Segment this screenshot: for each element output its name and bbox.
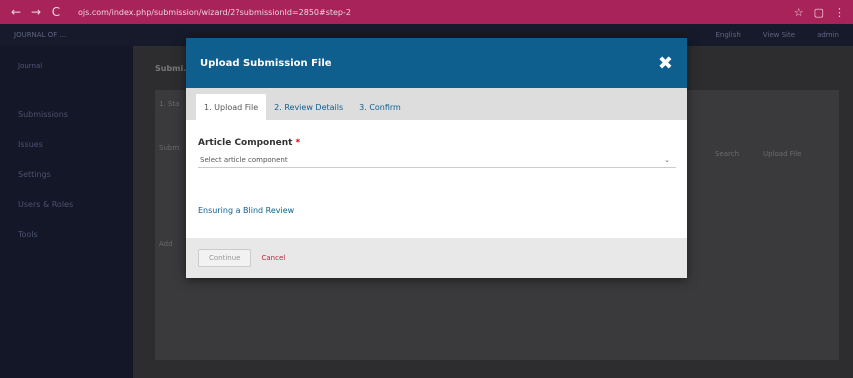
modal-footer: Continue Cancel [186, 238, 687, 278]
site-name[interactable]: JOURNAL OF ... [14, 31, 66, 39]
tab-upload-file[interactable]: 1. Upload File [196, 94, 267, 120]
back-icon[interactable]: ← [8, 5, 24, 19]
add-button[interactable]: Add [159, 240, 173, 248]
bookmark-icon[interactable]: ☆ [794, 6, 804, 19]
close-icon[interactable]: ✖ [658, 53, 673, 74]
upload-file-link[interactable]: Upload File [763, 150, 801, 158]
article-component-label: Article Component * [198, 138, 675, 148]
search-link[interactable]: Search [715, 150, 739, 158]
article-component-value: Select article component [200, 155, 288, 164]
address-bar[interactable]: ojs.com/index.php/submission/wizard/2?su… [78, 8, 638, 17]
user-menu[interactable]: admin [817, 31, 839, 39]
window-icon[interactable]: ▢ [814, 6, 824, 19]
blind-review-link[interactable]: Ensuring a Blind Review [198, 206, 675, 215]
chevron-down-icon: ⌄ [664, 155, 670, 164]
reload-icon[interactable]: C [48, 5, 64, 19]
sidebar-item-users[interactable]: Users & Roles [18, 200, 73, 209]
sidebar-item-tools[interactable]: Tools [18, 230, 38, 239]
upload-file-modal: Upload Submission File ✖ 1. Upload File … [186, 38, 687, 278]
sidebar-logo[interactable]: Journal [18, 62, 133, 70]
sidebar-item-settings[interactable]: Settings [18, 170, 51, 179]
required-marker: * [295, 138, 301, 148]
forward-icon[interactable]: → [28, 5, 44, 19]
article-component-select[interactable]: Select article component ⌄ [198, 152, 676, 168]
browser-actions: ☆ ▢ ⋮ [794, 6, 845, 19]
article-component-label-text: Article Component [198, 138, 293, 148]
cancel-link[interactable]: Cancel [261, 254, 285, 262]
view-site-link[interactable]: View Site [763, 31, 795, 39]
files-heading: Subm [159, 144, 180, 152]
wizard-tabs: 1. Upload File 2. Review Details 3. Conf… [186, 88, 687, 120]
modal-header: Upload Submission File ✖ [186, 38, 687, 88]
language-link[interactable]: English [716, 31, 741, 39]
tab-review-details[interactable]: 2. Review Details [266, 94, 351, 120]
header-right: English View Site admin [716, 31, 840, 39]
menu-icon[interactable]: ⋮ [834, 6, 845, 19]
sidebar: Journal Submissions Issues Settings User… [0, 46, 133, 378]
tab-confirm[interactable]: 3. Confirm [351, 94, 409, 120]
modal-body: Article Component * Select article compon… [186, 120, 687, 238]
sidebar-item-issues[interactable]: Issues [18, 140, 43, 149]
continue-button[interactable]: Continue [198, 249, 252, 267]
wizard-step-hint: 1. Sta [159, 100, 180, 108]
browser-toolbar: ← → C ojs.com/index.php/submission/wizar… [0, 0, 853, 24]
sidebar-item-submissions[interactable]: Submissions [18, 110, 68, 119]
modal-title: Upload Submission File [200, 57, 332, 69]
